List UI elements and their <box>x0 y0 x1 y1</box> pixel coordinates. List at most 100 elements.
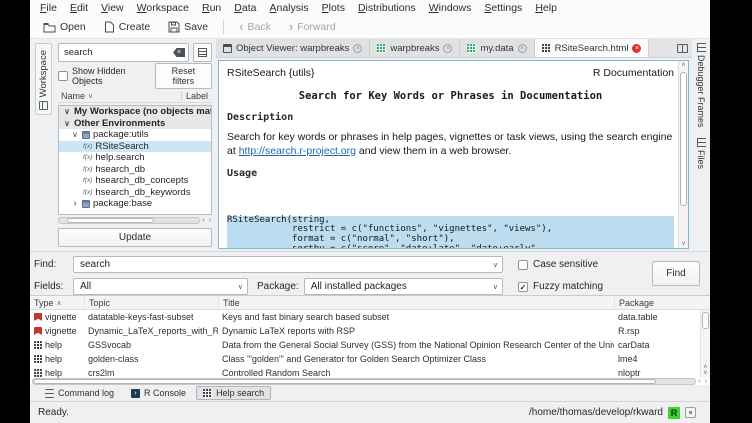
help-vertical-scrollbar[interactable]: ∧ ∨ <box>678 61 688 248</box>
type-column-header[interactable]: Type∧ <box>30 296 84 309</box>
topic-column-header[interactable]: Topic <box>84 296 218 309</box>
menu-item[interactable]: Run <box>202 2 221 14</box>
case-sensitive-checkbox[interactable] <box>518 260 528 270</box>
workspace-dock-tab[interactable]: Workspace <box>35 43 52 115</box>
menu-item[interactable]: Settings <box>484 2 522 14</box>
search-results-table: Type∧ Topic Title Package vignette datat… <box>30 295 710 385</box>
interrupt-icon[interactable] <box>685 407 696 418</box>
menu-item[interactable]: Edit <box>70 2 88 14</box>
expander-icon[interactable] <box>63 107 71 116</box>
menu-item[interactable]: Windows <box>429 2 472 14</box>
tree-item[interactable]: f(x) package:utils <box>59 129 211 141</box>
document-tab-icon <box>542 44 551 53</box>
title-column-header[interactable]: Title <box>218 296 614 309</box>
tree-column-header[interactable]: Name∨ Label <box>58 90 212 103</box>
open-button[interactable]: Open <box>36 19 93 35</box>
document-tab[interactable]: my.data <box>460 39 534 57</box>
toolview-tab[interactable]: R Console <box>124 386 193 400</box>
search-site-link[interactable]: http://search.r-project.org <box>239 145 356 157</box>
tree-item[interactable]: f(x) hsearch_db_concepts <box>59 175 211 187</box>
folder-icon <box>43 22 56 33</box>
right-dock-tab[interactable]: Files <box>696 138 706 169</box>
find-combobox[interactable]: search ∨ <box>73 256 503 273</box>
tab-close-icon[interactable] <box>443 44 452 53</box>
tree-item[interactable]: f(x) hsearch_db <box>59 164 211 176</box>
package-combobox[interactable]: All installed packages ∨ <box>304 278 503 295</box>
save-button[interactable]: Save <box>161 19 215 35</box>
scrollbar-thumb[interactable] <box>680 72 687 205</box>
show-hidden-checkbox[interactable] <box>58 71 68 81</box>
create-button[interactable]: Create <box>97 19 158 35</box>
menu-item[interactable]: Workspace <box>137 2 189 14</box>
tree-item-label: package:base <box>93 198 152 209</box>
expander-icon[interactable] <box>63 119 71 128</box>
scrollbar-thumb[interactable] <box>702 312 709 329</box>
toolview-tab[interactable]: Help search <box>196 386 271 400</box>
fields-value: All <box>80 281 238 292</box>
split-view-icon[interactable] <box>677 44 688 53</box>
create-label: Create <box>119 21 151 33</box>
menu-item[interactable]: Analysis <box>269 2 308 14</box>
menu-item[interactable]: Data <box>234 2 256 14</box>
toolview-tab[interactable]: Command log <box>38 386 121 400</box>
expander-icon[interactable] <box>71 198 79 209</box>
forward-button[interactable]: › Forward <box>282 19 343 35</box>
fuzzy-matching-checkbox[interactable] <box>518 282 528 292</box>
scrollbar-thumb[interactable] <box>67 218 154 223</box>
tree-item[interactable]: f(x) help.search <box>59 152 211 164</box>
result-row[interactable]: vignette datatable-keys-fast-subset Keys… <box>30 310 710 324</box>
tree-item[interactable]: f(x) RSiteSearch <box>59 141 211 153</box>
reset-filters-button[interactable]: Reset filters <box>155 63 212 89</box>
scroll-up-icon[interactable]: ∧ <box>681 62 685 68</box>
update-button[interactable]: Update <box>58 228 212 247</box>
scrollbar-thumb[interactable] <box>33 379 656 384</box>
menu-item[interactable]: Help <box>535 2 557 14</box>
tab-close-icon[interactable] <box>632 44 641 53</box>
workspace-search-input[interactable] <box>64 47 173 58</box>
name-column-header[interactable]: Name <box>61 91 85 101</box>
label-column-header[interactable]: Label <box>181 91 212 101</box>
menu-item[interactable]: Distributions <box>358 2 416 14</box>
package-icon <box>82 131 90 139</box>
package-column-header[interactable]: Package <box>614 296 698 309</box>
result-row[interactable]: help GSSvocab Data from the General Soci… <box>30 338 710 352</box>
clear-search-icon[interactable]: × <box>173 48 185 57</box>
workspace-browser-panel: × Show Hidden Objects Reset filters Name… <box>56 39 216 251</box>
dock-tab-icon <box>697 43 706 52</box>
expander-icon[interactable] <box>71 130 79 139</box>
menu-item[interactable]: View <box>101 2 124 14</box>
right-dock-strip: Debugger Frames Files <box>692 39 710 251</box>
tree-item[interactable]: f(x) Other Environments <box>59 118 211 130</box>
results-vertical-scrollbar[interactable]: ∧ ∨ <box>700 310 710 377</box>
document-tab[interactable]: warpbreaks <box>370 39 460 57</box>
right-dock-tab[interactable]: Debugger Frames <box>696 43 706 128</box>
result-type-icon <box>34 313 42 321</box>
scroll-arrows-icon[interactable]: ‹ › <box>202 217 212 224</box>
workspace-search-field[interactable]: × <box>58 43 189 62</box>
back-button[interactable]: ‹ Back <box>232 19 278 35</box>
tree-item[interactable]: f(x) package:base <box>59 198 211 210</box>
scroll-arrows-icon[interactable]: ‹ › <box>698 378 708 385</box>
fields-combobox[interactable]: All ∨ <box>73 278 248 295</box>
tab-close-icon[interactable] <box>353 44 362 53</box>
menu-item[interactable]: Plots <box>322 2 345 14</box>
fuzzy-matching-label: Fuzzy matching <box>533 281 603 292</box>
scroll-down-icon[interactable]: ∨ <box>703 370 707 376</box>
tree-horizontal-scrollbar[interactable]: ‹ › <box>58 216 212 224</box>
document-tab[interactable]: RSiteSearch.html <box>535 39 650 57</box>
help-page: RSiteSearch {utils} R Documentation Sear… <box>219 61 678 248</box>
document-tab[interactable]: Object Viewer: warpbreaks <box>216 39 370 57</box>
find-button[interactable]: Find <box>652 261 700 286</box>
result-row[interactable]: help golden-class Class '"golden"' and G… <box>30 352 710 366</box>
result-row[interactable]: vignette Dynamic_LaTeX_reports_with_RSP … <box>30 324 710 338</box>
description-text: Search for key words or phrases in help … <box>227 130 674 158</box>
scroll-down-icon[interactable]: ∨ <box>681 241 685 247</box>
filter-options-button[interactable] <box>193 43 212 62</box>
tree-item[interactable]: f(x) hsearch_db_keywords <box>59 187 211 199</box>
tree-item[interactable]: f(x) My Workspace (no objects matching f… <box>59 106 211 118</box>
tab-close-icon[interactable] <box>518 44 527 53</box>
menu-item[interactable]: File <box>40 2 57 14</box>
chevron-down-icon: ∨ <box>493 261 498 269</box>
tree-item-label: hsearch_db_keywords <box>95 187 190 198</box>
results-horizontal-scrollbar[interactable]: ‹ › <box>32 377 708 385</box>
